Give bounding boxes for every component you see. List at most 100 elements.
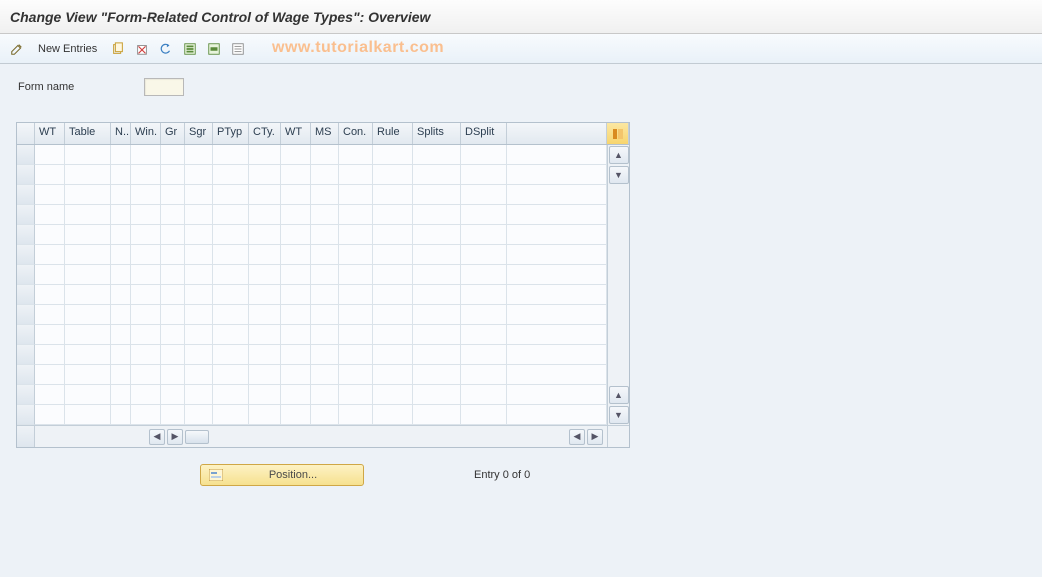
grid-cell[interactable] [373,145,413,165]
grid-cell[interactable] [311,345,339,365]
grid-cell[interactable] [373,245,413,265]
grid-cell[interactable] [339,185,373,205]
row-selector-handle[interactable] [17,405,35,425]
grid-cell[interactable] [339,345,373,365]
grid-cell[interactable] [185,205,213,225]
grid-cell[interactable] [213,325,249,345]
grid-cell[interactable] [185,225,213,245]
row-selector-handle[interactable] [17,185,35,205]
grid-cell[interactable] [373,285,413,305]
grid-cell[interactable] [281,205,311,225]
row-selector-handle[interactable] [17,385,35,405]
grid-cell[interactable] [249,285,281,305]
grid-cell[interactable] [65,245,111,265]
grid-cell[interactable] [373,205,413,225]
grid-cell[interactable] [213,265,249,285]
row-selector-handle[interactable] [17,365,35,385]
grid-cell[interactable] [461,385,507,405]
grid-cell[interactable] [35,345,65,365]
col-header-win[interactable]: Win. [131,123,161,144]
scroll-up-button[interactable]: ▲ [609,146,629,164]
grid-cell[interactable] [131,365,161,385]
grid-cell[interactable] [339,165,373,185]
grid-cell[interactable] [213,225,249,245]
scroll-left-end-button[interactable]: ◀ [569,429,585,445]
row-selector-handle[interactable] [17,265,35,285]
grid-cell[interactable] [249,325,281,345]
grid-cell[interactable] [311,245,339,265]
grid-cell[interactable] [249,205,281,225]
grid-cell[interactable] [281,265,311,285]
grid-cell[interactable] [65,305,111,325]
col-header-splits[interactable]: Splits [413,123,461,144]
grid-cell[interactable] [111,265,131,285]
grid-cell[interactable] [311,265,339,285]
grid-cell[interactable] [461,165,507,185]
grid-cell[interactable] [111,345,131,365]
grid-cell[interactable] [111,325,131,345]
grid-cell[interactable] [373,305,413,325]
grid-cell[interactable] [185,165,213,185]
grid-cell[interactable] [311,405,339,425]
grid-cell[interactable] [161,205,185,225]
grid-cell[interactable] [35,285,65,305]
grid-cell[interactable] [311,145,339,165]
grid-cell[interactable] [281,345,311,365]
grid-cell[interactable] [249,165,281,185]
grid-cell[interactable] [311,185,339,205]
toggle-change-icon[interactable] [8,40,26,58]
grid-cell[interactable] [111,305,131,325]
grid-cell[interactable] [213,245,249,265]
grid-cell[interactable] [185,325,213,345]
grid-cell[interactable] [111,145,131,165]
grid-cell[interactable] [213,185,249,205]
grid-cell[interactable] [65,405,111,425]
grid-cell[interactable] [35,405,65,425]
scroll-left-button[interactable]: ◀ [149,429,165,445]
grid-cell[interactable] [373,265,413,285]
grid-cell[interactable] [461,305,507,325]
grid-cell[interactable] [339,305,373,325]
grid-cell[interactable] [373,365,413,385]
grid-cell[interactable] [65,145,111,165]
grid-cell[interactable] [161,365,185,385]
col-header-sgr[interactable]: Sgr [185,123,213,144]
grid-cell[interactable] [213,365,249,385]
col-header-gr[interactable]: Gr [161,123,185,144]
grid-cell[interactable] [373,345,413,365]
scroll-right-end-button[interactable]: ▶ [587,429,603,445]
grid-cell[interactable] [185,305,213,325]
grid-cell[interactable] [131,225,161,245]
grid-cell[interactable] [65,225,111,245]
grid-cell[interactable] [339,385,373,405]
grid-cell[interactable] [161,225,185,245]
grid-cell[interactable] [213,165,249,185]
grid-cell[interactable] [185,345,213,365]
undo-change-icon[interactable] [157,40,175,58]
grid-cell[interactable] [373,185,413,205]
row-selector-handle[interactable] [17,325,35,345]
grid-cell[interactable] [185,405,213,425]
grid-cell[interactable] [131,245,161,265]
grid-cell[interactable] [161,385,185,405]
grid-cell[interactable] [213,205,249,225]
row-selector-handle[interactable] [17,305,35,325]
grid-cell[interactable] [249,145,281,165]
grid-cell[interactable] [311,385,339,405]
grid-cell[interactable] [131,325,161,345]
row-selector-handle[interactable] [17,285,35,305]
grid-cell[interactable] [185,385,213,405]
grid-cell[interactable] [35,185,65,205]
grid-cell[interactable] [35,225,65,245]
grid-cell[interactable] [65,285,111,305]
grid-cell[interactable] [35,385,65,405]
grid-cell[interactable] [249,365,281,385]
grid-cell[interactable] [413,365,461,385]
grid-cell[interactable] [373,225,413,245]
grid-cell[interactable] [131,385,161,405]
grid-cell[interactable] [65,265,111,285]
grid-cell[interactable] [65,325,111,345]
grid-cell[interactable] [311,305,339,325]
grid-cell[interactable] [339,145,373,165]
grid-cell[interactable] [281,225,311,245]
